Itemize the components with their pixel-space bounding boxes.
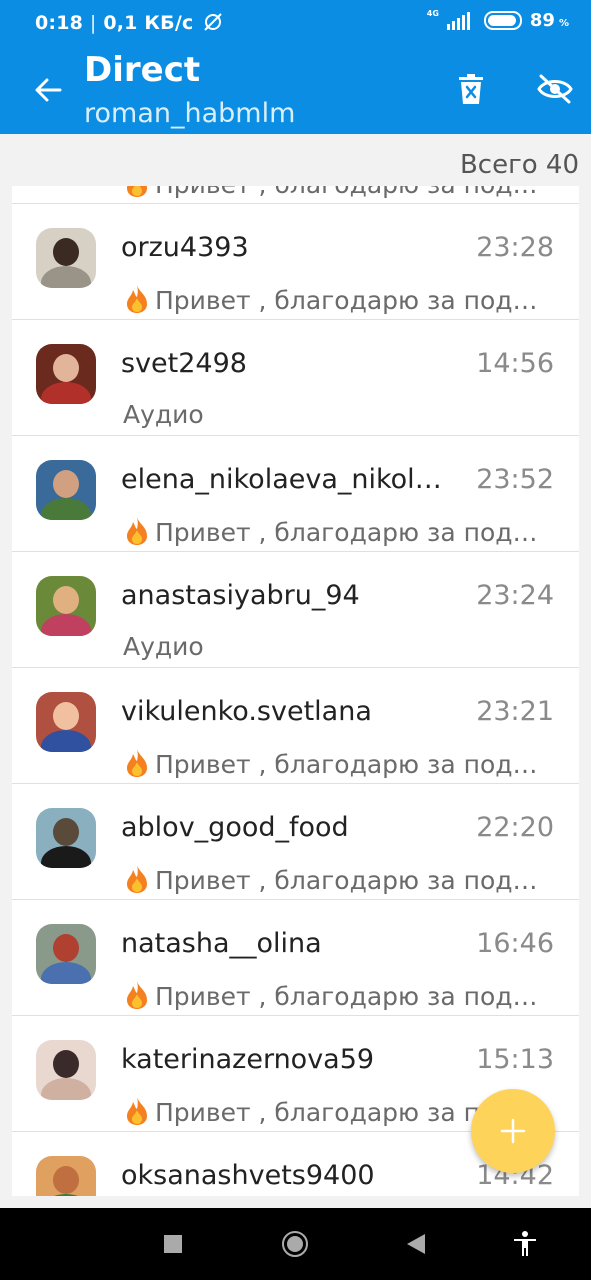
conversation-row[interactable]: anastasiyabru_94 23:24 Аудио [12,552,579,668]
recents-button[interactable] [155,1226,191,1262]
status-bar: 0:18 | 0,1 КБ/с 4G 89 % [0,0,591,44]
fire-icon [127,517,147,545]
conversation-time: 23:24 [476,580,554,611]
battery-level: 89 [529,10,555,31]
conversation-preview: Привет , благодарю за подд… [123,516,553,547]
conversation-username: ablov_good_food [121,812,349,843]
plus-icon [500,1118,526,1144]
account-subtitle: roman_habmlm [84,98,296,129]
conversation-preview: Привет , благодарю за подд… [123,864,553,895]
conversation-row[interactable]: natasha__olina 16:46 Привет , благодарю за… [12,900,579,1016]
conversation-preview: Привет , благодарю за подд… [123,980,553,1011]
conversation-username: katerinazernova59 [121,1044,375,1075]
conversation-username: svet2498 [121,348,247,379]
conversation-time: 16:46 [476,928,554,959]
conversation-time: 14:56 [476,348,554,379]
conversation-message: Привет , благодарю за подд… [155,866,553,895]
avatar [36,1156,96,1196]
signal-icon [446,11,470,30]
fire-icon [127,1097,147,1125]
conversation-message: Привет , благодарю за подд… [155,518,553,547]
conversation-list[interactable]: Привет , благодарю за подд… orzu4393 23:28… [12,186,579,1196]
conversation-username: anastasiyabru_94 [121,580,360,611]
app-toolbar: Direct roman_habmlm [0,44,591,134]
home-button[interactable] [277,1226,313,1262]
fire-icon [127,981,147,1009]
network-type: 4G [426,8,439,18]
fire-icon [127,285,147,313]
accessibility-button[interactable] [507,1226,543,1262]
sync-off-icon [204,13,222,31]
conversation-message: Аудио [123,400,204,429]
fire-icon [127,186,147,197]
home-circle-icon [282,1231,308,1257]
conversation-message: Привет , благодарю за подд… [155,286,553,315]
page-title: Direct [84,50,201,90]
conversation-preview: Привет , благодарю за подд… [123,186,553,199]
conversation-time: 15:13 [476,1044,554,1075]
status-time: 0:18 [35,12,84,34]
system-nav-bar [0,1208,591,1280]
conversation-preview: Привет , благодарю за подд… [123,284,553,315]
back-triangle-icon [407,1234,425,1254]
accessibility-icon [514,1231,536,1256]
fire-icon [127,749,147,777]
recents-square-icon [164,1235,182,1253]
conversation-time: 23:28 [476,232,554,263]
conversation-row[interactable]: orzu4393 23:28 Привет , благодарю за подд… [12,204,579,320]
avatar [36,344,96,404]
conversation-row[interactable]: vikulenko.svetlana 23:21 Привет , благодар… [12,668,579,784]
conversation-message: Привет , благодарю за подд… [155,186,553,199]
conversation-username: natasha__olina [121,928,322,959]
back-button[interactable] [24,66,72,114]
avatar [36,228,96,288]
conversation-row[interactable]: svet2498 14:56 Аудио [12,320,579,436]
conversation-username: vikulenko.svetlana [121,696,372,727]
conversation-time: 23:52 [476,464,554,495]
avatar [36,692,96,752]
conversation-list-inner: Привет , благодарю за подд… orzu4393 23:28… [12,186,579,1196]
eye-off-icon [537,74,573,104]
status-separator: | [89,12,97,34]
conversation-message: Привет , благодарю за подд… [155,750,553,779]
conversation-username: oksanashvets9400 [121,1160,375,1191]
conversation-preview: Аудио [123,632,553,661]
conversation-message: Привет , благодарю за подд… [155,982,553,1011]
avatar [36,460,96,520]
status-speed: 0,1 КБ/с [103,12,194,34]
conversation-preview: Привет , благодарю за подд… [123,748,553,779]
conversation-row[interactable]: ablov_good_food 22:20 Привет , благодарю з… [12,784,579,900]
conversation-username: orzu4393 [121,232,249,263]
arrow-left-icon [35,78,62,102]
conversation-row[interactable]: Привет , благодарю за подд… [12,186,579,204]
conversation-message: Аудио [123,632,204,661]
hide-button[interactable] [530,66,580,112]
status-left: 0:18 | 0,1 КБ/с [35,12,224,34]
avatar [36,924,96,984]
back-nav-button[interactable] [398,1226,434,1262]
avatar [36,808,96,868]
avatar [36,576,96,636]
new-message-button[interactable] [471,1089,555,1173]
status-right: 4G 89 % [426,8,569,31]
conversation-time: 23:21 [476,696,554,727]
conversation-time: 22:20 [476,812,554,843]
conversation-row[interactable]: elena_nikolaeva_nikolaeva 23:52 Привет , б… [12,436,579,552]
delete-all-button[interactable] [448,66,494,112]
battery-icon [483,11,522,30]
fire-icon [127,865,147,893]
conversation-username: elena_nikolaeva_nikolaeva [121,464,451,495]
battery-percent-mark: % [558,18,569,29]
trash-x-icon [459,74,483,104]
total-count: Всего 40 [459,150,579,180]
avatar [36,1040,96,1100]
conversation-preview: Аудио [123,400,553,429]
